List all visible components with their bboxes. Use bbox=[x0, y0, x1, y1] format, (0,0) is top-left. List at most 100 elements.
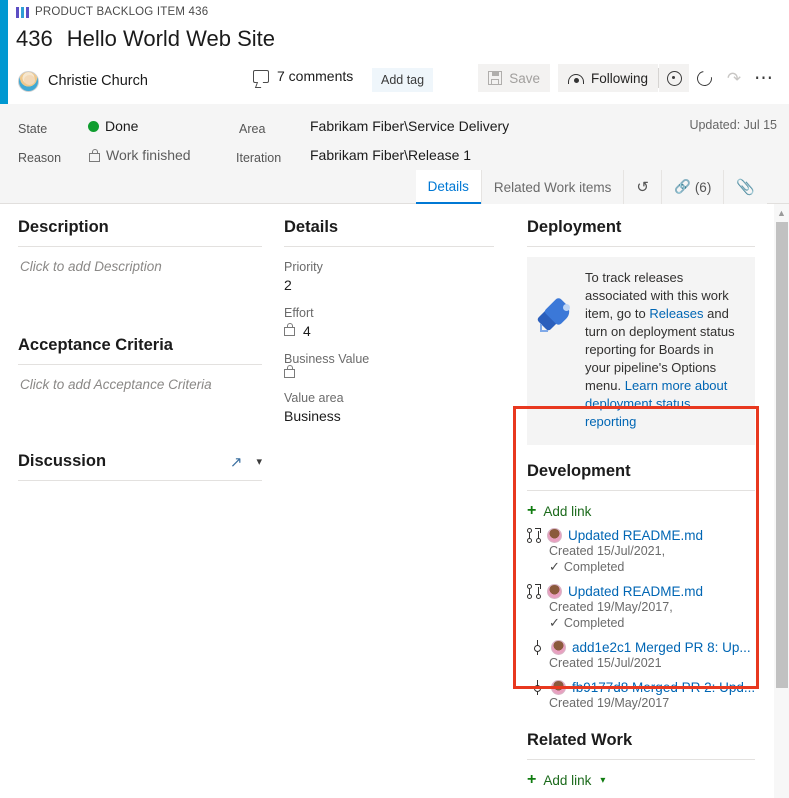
related-work-add-link-label: Add link bbox=[543, 772, 592, 788]
pull-request-icon bbox=[527, 584, 541, 599]
work-item-id: 436 bbox=[16, 26, 53, 51]
more-options-button[interactable]: ⋯ bbox=[749, 64, 779, 92]
development-item-created: Created 19/May/2017, bbox=[549, 600, 673, 614]
expand-icon[interactable]: ↗ bbox=[230, 453, 243, 471]
tab-details[interactable]: Details bbox=[415, 170, 481, 204]
development-item-title[interactable]: fb9177d8 Merged PR 2: Upd... bbox=[572, 680, 755, 695]
refresh-button[interactable] bbox=[689, 64, 719, 92]
tab-links-count: (6) bbox=[694, 179, 712, 195]
link-icon: 🔗 bbox=[674, 179, 691, 194]
discussion-rule bbox=[18, 480, 262, 481]
deployment-message: To track releases associated with this w… bbox=[585, 269, 741, 431]
description-input[interactable]: Click to add Description bbox=[18, 247, 262, 274]
development-item-created: Created 19/May/2017 bbox=[549, 696, 670, 710]
work-item-form: PRODUCT BACKLOG ITEM 436 436 Hello World… bbox=[0, 0, 789, 798]
development-item-status-label: Completed bbox=[563, 560, 625, 574]
settings-button[interactable] bbox=[659, 64, 689, 92]
breadcrumb-label: PRODUCT BACKLOG ITEM 436 bbox=[35, 6, 209, 18]
reason-field-label: Reason bbox=[18, 151, 62, 165]
undo-button[interactable]: ↷ bbox=[719, 64, 749, 92]
lock-icon bbox=[284, 322, 295, 336]
breadcrumb[interactable]: PRODUCT BACKLOG ITEM 436 bbox=[16, 6, 208, 18]
development-item-title[interactable]: Updated README.md bbox=[568, 528, 703, 543]
iteration-field-label: Iteration bbox=[236, 151, 282, 165]
avatar bbox=[551, 680, 566, 695]
value-area-value[interactable]: Business bbox=[284, 408, 494, 424]
development-item-status: ✓ Completed bbox=[549, 559, 755, 575]
tab-history[interactable]: ↺ bbox=[623, 170, 661, 204]
chevron-down-icon[interactable]: ▾ bbox=[256, 455, 262, 468]
comments-button[interactable]: 7 comments bbox=[253, 68, 353, 84]
tab-links[interactable]: 🔗 (6) bbox=[661, 170, 724, 204]
state-field-label: State bbox=[18, 122, 48, 136]
comment-icon bbox=[253, 69, 269, 83]
avatar bbox=[547, 528, 562, 543]
header-toolbar: Save Following ↷ ⋯ bbox=[478, 64, 779, 92]
follow-button[interactable]: Following bbox=[557, 64, 658, 92]
work-item-title[interactable]: Hello World Web Site bbox=[67, 26, 275, 52]
state-field-value[interactable]: Done bbox=[105, 118, 138, 134]
related-work-rule bbox=[527, 759, 755, 760]
tab-details-label: Details bbox=[427, 178, 469, 194]
commit-icon bbox=[531, 680, 545, 695]
tab-related-work-items-label: Related Work items bbox=[493, 179, 612, 195]
work-item-header: PRODUCT BACKLOG ITEM 436 436 Hello World… bbox=[8, 0, 789, 104]
column-left: Description Click to add Description Acc… bbox=[18, 204, 262, 481]
scrollbar-thumb[interactable] bbox=[776, 222, 788, 688]
scroll-up-icon[interactable]: ▲ bbox=[774, 206, 789, 220]
save-icon bbox=[488, 71, 503, 85]
tab-attachments[interactable]: 📎 bbox=[723, 170, 767, 204]
follow-label: Following bbox=[590, 70, 648, 86]
chevron-down-icon: ▾ bbox=[600, 774, 606, 786]
priority-value-text: 2 bbox=[284, 277, 292, 293]
development-add-link-button[interactable]: + Add link bbox=[527, 503, 755, 519]
discussion-header: Discussion ↗ ▾ bbox=[18, 392, 262, 471]
comments-count-label: 7 comments bbox=[277, 68, 354, 84]
priority-value[interactable]: 2 bbox=[284, 277, 494, 293]
avatar bbox=[547, 584, 562, 599]
releases-link[interactable]: Releases bbox=[649, 306, 703, 321]
discussion-actions: ↗ ▾ bbox=[230, 453, 262, 471]
tab-strip: Details Related Work items ↺ 🔗 (6) 📎 bbox=[0, 170, 789, 204]
work-item-body: Description Click to add Description Acc… bbox=[0, 204, 789, 798]
refresh-icon bbox=[693, 67, 715, 89]
business-value-label: Business Value bbox=[284, 352, 370, 366]
backlog-item-icon bbox=[16, 6, 29, 18]
description-heading: Description bbox=[18, 218, 109, 236]
development-item-title[interactable]: add1e2c1 Merged PR 8: Up... bbox=[572, 640, 751, 655]
area-field-value[interactable]: Fabrikam Fiber\Service Delivery bbox=[310, 118, 509, 134]
vertical-scrollbar[interactable]: ▲ bbox=[774, 204, 789, 798]
add-tag-button[interactable]: Add tag bbox=[372, 68, 434, 92]
ellipsis-icon: ⋯ bbox=[754, 67, 774, 89]
rocket-icon bbox=[536, 296, 574, 333]
acceptance-criteria-input[interactable]: Click to add Acceptance Criteria bbox=[18, 365, 262, 392]
related-work-add-link-button[interactable]: + Add link ▾ bbox=[527, 772, 755, 788]
development-item-row[interactable]: fb9177d8 Merged PR 2: Upd... bbox=[527, 680, 755, 695]
assigned-to[interactable]: Christie Church bbox=[18, 66, 148, 96]
tab-related-work-items[interactable]: Related Work items bbox=[480, 170, 624, 204]
effort-label: Effort bbox=[284, 306, 314, 320]
development-item-created: Created 15/Jul/2021 bbox=[549, 656, 662, 670]
development-item-row[interactable]: add1e2c1 Merged PR 8: Up... bbox=[527, 640, 755, 655]
development-item: add1e2c1 Merged PR 8: Up... Created 15/J… bbox=[527, 640, 755, 671]
column-details: Details Priority 2 Effort 4 Business Val… bbox=[284, 204, 494, 424]
avatar bbox=[551, 640, 566, 655]
details-heading: Details bbox=[284, 218, 339, 236]
development-item: Updated README.md Created 15/Jul/2021, ✓… bbox=[527, 528, 755, 575]
development-item-row[interactable]: Updated README.md bbox=[527, 528, 755, 543]
development-add-link-label: Add link bbox=[543, 503, 592, 519]
add-tag-label: Add tag bbox=[381, 73, 425, 87]
attachment-icon: 📎 bbox=[736, 179, 755, 196]
development-item-title[interactable]: Updated README.md bbox=[568, 584, 703, 599]
development-item-row[interactable]: Updated README.md bbox=[527, 584, 755, 599]
deployment-heading: Deployment bbox=[527, 218, 622, 236]
avatar bbox=[18, 70, 39, 92]
reason-field-value: Work finished bbox=[106, 147, 191, 163]
column-right: Deployment To track releases associated … bbox=[527, 204, 755, 798]
development-item: fb9177d8 Merged PR 2: Upd... Created 19/… bbox=[527, 680, 755, 711]
area-field-label: Area bbox=[239, 122, 266, 136]
iteration-field-value[interactable]: Fabrikam Fiber\Release 1 bbox=[310, 147, 471, 163]
acceptance-criteria-heading: Acceptance Criteria bbox=[18, 336, 173, 354]
deployment-rule bbox=[527, 246, 755, 247]
save-button[interactable]: Save bbox=[478, 64, 550, 92]
